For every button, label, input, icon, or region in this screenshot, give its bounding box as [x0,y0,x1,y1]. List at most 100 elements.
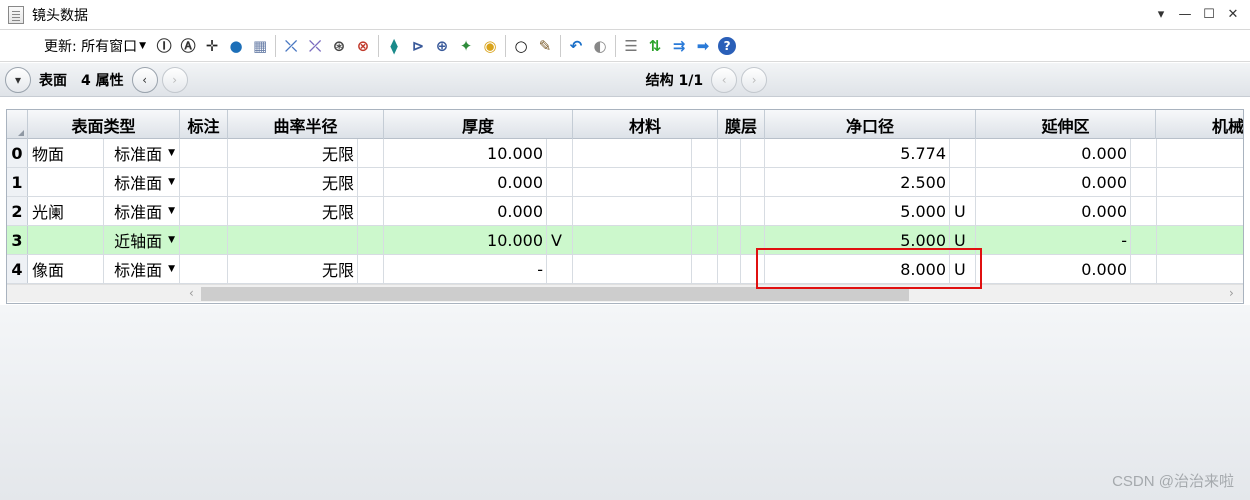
col-header-mech-semi-dia[interactable]: 机械 [1156,110,1243,139]
cell-thickness-solve[interactable] [547,197,573,225]
update-dropdown-arrow-icon[interactable]: ▼ [139,41,146,51]
cell-comment[interactable] [180,197,228,225]
cell-material[interactable] [573,139,692,167]
cell-coating[interactable] [718,255,741,283]
cell-clear-solve[interactable]: U [950,197,976,225]
surface-row[interactable]: 0 物面 标准面 ▼ 无限 10.000 5.774 0.000 [7,139,1243,168]
col-header-comment[interactable]: 标注 [180,110,228,139]
cell-chip-zone[interactable]: 0.000 [976,139,1131,167]
next-structure-button[interactable]: › [741,66,768,93]
lens-split-icon[interactable]: ⊕ [433,37,451,55]
cell-chip-zone-solve[interactable] [1131,168,1157,196]
cell-coating[interactable] [718,168,741,196]
col-header-chip-zone[interactable]: 延伸区 [976,110,1156,139]
horizontal-scrollbar[interactable]: ‹ › [7,284,1243,302]
surface-row[interactable]: 2 光阑 标准面 ▼ 无限 0.000 5.000 U 0.000 [7,197,1243,226]
cell-chip-zone[interactable]: 0.000 [976,255,1131,283]
scroll-left-icon[interactable]: ‹ [189,286,194,300]
cell-thickness[interactable]: - [384,255,547,283]
cell-surface-type[interactable]: 标准面 ▼ [104,168,180,196]
palette-icon[interactable]: ◉ [481,37,499,55]
col-header-thickness[interactable]: 厚度 [384,110,573,139]
globe-icon[interactable]: ● [227,37,245,55]
cell-surface-name[interactable] [28,168,104,196]
cell-comment[interactable] [180,255,228,283]
cell-radius[interactable]: 无限 [228,197,358,225]
cell-chip-zone[interactable]: 0.000 [976,168,1131,196]
cell-chip-zone[interactable]: 0.000 [976,197,1131,225]
cell-clear-solve[interactable] [950,168,976,196]
col-header-clear-semi-dia[interactable]: 净口径 [765,110,976,139]
toggle-icon[interactable]: ◐ [591,37,609,55]
cell-chip-zone-solve[interactable] [1131,197,1157,225]
cell-mech-semi-dia[interactable] [1157,168,1243,196]
refresh-icon[interactable]: Ⓘ [155,37,173,55]
maximize-icon[interactable]: ☐ [1200,5,1218,23]
ray-trace-icon[interactable]: ⊛ [330,37,348,55]
cell-material-solve[interactable] [692,139,718,167]
minimize-icon[interactable]: — [1176,5,1194,23]
row-number[interactable]: 3 [7,226,28,254]
cell-surface-name[interactable]: 光阑 [28,197,104,225]
cell-surface-name[interactable]: 像面 [28,255,104,283]
surface-row[interactable]: 3 近轴面 ▼ 10.000 V 5.000 U - [7,226,1243,255]
ring-icon[interactable]: ○ [512,37,530,55]
select-all-corner[interactable] [7,110,28,139]
cell-material[interactable] [573,168,692,196]
cell-material-solve[interactable] [692,168,718,196]
cell-comment[interactable] [180,226,228,254]
undo-icon[interactable]: ↶ [567,37,585,55]
no-ray-icon[interactable]: ⊗ [354,37,372,55]
cell-coating-solve[interactable] [741,139,765,167]
cell-thickness-solve[interactable] [547,168,573,196]
arrow-right-icon[interactable]: ➡ [694,37,712,55]
col-header-material[interactable]: 材料 [573,110,718,139]
pen-icon[interactable]: ✎ [536,37,554,55]
lens-flip-icon[interactable]: ⊳ [409,37,427,55]
auto-update-icon[interactable]: Ⓐ [179,37,197,55]
cell-surface-type[interactable]: 近轴面 ▼ [104,226,180,254]
scrollbar-thumb[interactable] [201,287,909,301]
cell-surface-name[interactable]: 物面 [28,139,104,167]
prev-structure-button[interactable]: ‹ [711,66,738,93]
cell-radius-solve[interactable] [358,255,384,283]
col-header-surface-type[interactable]: 表面类型 [28,110,180,139]
cell-thickness-solve[interactable] [547,255,573,283]
cell-radius-solve[interactable] [358,197,384,225]
cell-coating[interactable] [718,139,741,167]
swap-icon[interactable]: ⇅ [646,37,664,55]
cell-thickness-solve[interactable] [547,139,573,167]
next-property-button[interactable]: › [161,66,188,93]
cell-clear-semi-dia[interactable]: 5.000 [765,197,950,225]
image-icon[interactable]: ▦ [251,37,269,55]
help-icon[interactable]: ? [718,37,737,55]
cell-thickness[interactable]: 10.000 [384,139,547,167]
arrows-right-icon[interactable]: ⇉ [670,37,688,55]
dropdown-arrow-icon[interactable]: ▼ [168,206,175,216]
col-header-radius[interactable]: 曲率半径 [228,110,384,139]
cell-material-solve[interactable] [692,197,718,225]
cell-radius-solve[interactable] [358,168,384,196]
cell-material[interactable] [573,255,692,283]
surface-row[interactable]: 4 像面 标准面 ▼ 无限 -8.000 U 0.000 [7,255,1243,284]
crosshair-icon[interactable]: ✛ [203,37,221,55]
cell-mech-semi-dia[interactable] [1157,255,1243,283]
cell-material[interactable] [573,197,692,225]
cell-mech-semi-dia[interactable] [1157,197,1243,225]
cell-radius-solve[interactable] [358,226,384,254]
row-number[interactable]: 2 [7,197,28,225]
cell-surface-type[interactable]: 标准面 ▼ [104,139,180,167]
coordinate-icon[interactable]: ✦ [457,37,475,55]
cell-mech-semi-dia[interactable] [1157,226,1243,254]
dropdown-arrow-icon[interactable]: ▼ [168,148,175,158]
cell-thickness[interactable]: 10.000 [384,226,547,254]
window-menu-icon[interactable]: ▾ [1152,5,1170,23]
cell-clear-solve[interactable] [950,139,976,167]
collapse-button[interactable]: ▾ [5,66,31,93]
cell-surface-name[interactable] [28,226,104,254]
dropdown-arrow-icon[interactable]: ▼ [168,264,175,274]
list-icon[interactable]: ☰ [622,37,640,55]
dropdown-arrow-icon[interactable]: ▼ [168,235,175,245]
cell-coating[interactable] [718,197,741,225]
cell-radius[interactable]: 无限 [228,255,358,283]
